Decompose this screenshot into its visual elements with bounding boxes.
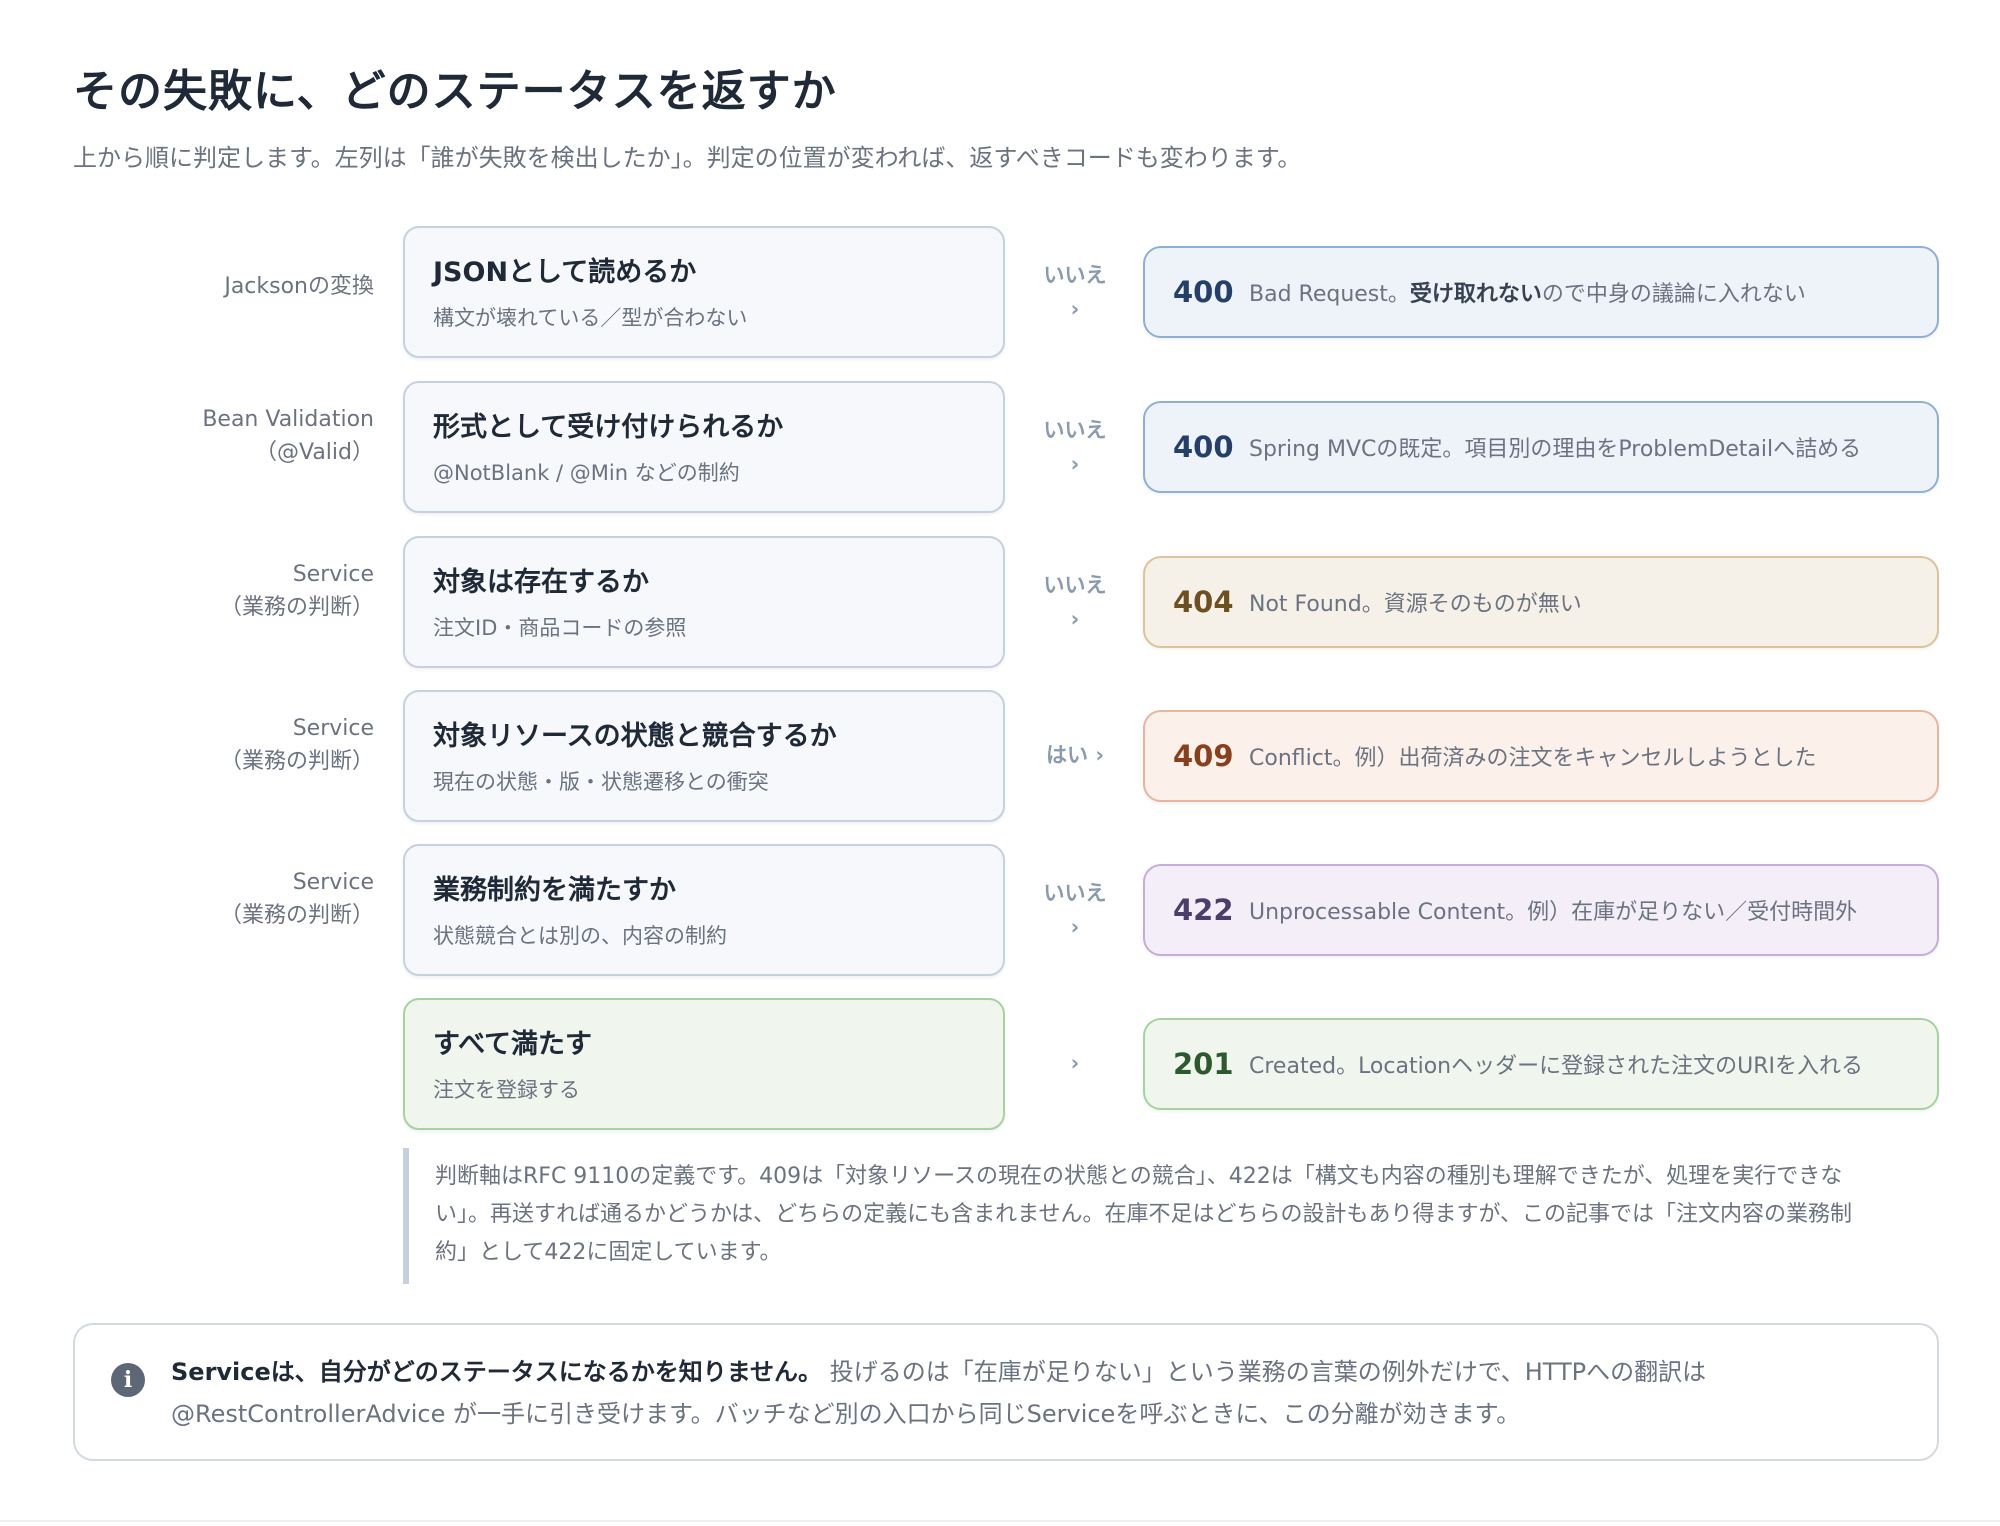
question-subtitle: 構文が壊れている／型が合わない [433, 306, 748, 330]
branch-label: いいえ [1043, 881, 1107, 905]
branch-label: いいえ [1043, 418, 1107, 442]
result-box-400: 400 Bad Request。受け取れないので中身の議論に入れない [1143, 246, 1939, 338]
result-text: Created。Locationヘッダーに登録された注文のURIを入れる [1249, 1054, 1863, 1079]
chevron-right-icon: › [1070, 915, 1080, 939]
branch-label: いいえ [1043, 263, 1107, 287]
detector-line: Service [292, 870, 374, 895]
page-subtitle: 上から順に判定します。左列は「誰が失敗を検出したか」。判定の位置が変われば、返す… [73, 144, 1302, 172]
flow-row-validation: Bean Validation （@Valid） 形式として受け付けられるか @… [0, 381, 2000, 513]
detector-label: Service （業務の判断） [114, 866, 374, 932]
info-text: Serviceは、自分がどのステータスになるかを知りません。 投げるのは「在庫が… [171, 1351, 1897, 1435]
detector-label: Service （業務の判断） [114, 712, 374, 778]
result-text: Not Found。資源そのものが無い [1249, 592, 1582, 617]
detector-line: （@Valid） [254, 440, 374, 465]
question-box: 対象リソースの状態と競合するか 現在の状態・版・状態遷移との衝突 [403, 690, 1005, 822]
question-title: 業務制約を満たすか [433, 875, 676, 906]
status-code: 400 [1173, 275, 1234, 309]
question-box: 形式として受け付けられるか @NotBlank / @Min などの制約 [403, 381, 1005, 513]
info-text-line2: @RestControllerAdvice が一手に引き受けます。バッチなど別の… [171, 1400, 1521, 1428]
flow-row-success: すべて満たす 注文を登録する › 201 Created。Locationヘッダ… [0, 998, 2000, 1130]
branch-label: いいえ [1043, 573, 1107, 597]
result-text: Spring MVCの既定。項目別の理由をProblemDetailへ詰める [1249, 437, 1862, 462]
result-box-400: 400 Spring MVCの既定。項目別の理由をProblemDetailへ詰… [1143, 401, 1939, 493]
branch-arrow: はい › [1010, 738, 1140, 772]
result-text: Bad Request。受け取れないので中身の議論に入れない [1249, 282, 1806, 307]
detector-label: Service （業務の判断） [114, 558, 374, 624]
flow-row-conflict: Service （業務の判断） 対象リソースの状態と競合するか 現在の状態・版・… [0, 690, 2000, 822]
note-line: い」。再送すれば通るかどうかは、どちらの定義にも含まれません。在庫不足はどちらの… [435, 1202, 1853, 1227]
question-box: すべて満たす 注文を登録する [403, 998, 1005, 1130]
status-code: 404 [1173, 585, 1234, 619]
flow-row-business-rule: Service （業務の判断） 業務制約を満たすか 状態競合とは別の、内容の制約… [0, 844, 2000, 976]
detector-line: （業務の判断） [219, 903, 374, 928]
result-emphasis: 受け取れない [1409, 282, 1542, 307]
result-box-409: 409 Conflict。例）出荷済みの注文をキャンセルしようとした [1143, 710, 1939, 802]
question-title: 対象は存在するか [433, 567, 649, 598]
question-subtitle: 注文ID・商品コードの参照 [433, 616, 687, 640]
question-box: JSONとして読めるか 構文が壊れている／型が合わない [403, 226, 1005, 358]
question-subtitle: 注文を登録する [433, 1078, 580, 1102]
branch-arrow: › [1010, 1046, 1140, 1080]
branch-arrow: いいえ › [1010, 568, 1140, 636]
info-bold: Serviceは、自分がどのステータスになるかを知りません。 [171, 1358, 823, 1386]
detector-line: （業務の判断） [219, 749, 374, 774]
question-title: JSONとして読めるか [433, 257, 697, 288]
detector-label: Bean Validation （@Valid） [114, 403, 374, 469]
question-box: 業務制約を満たすか 状態競合とは別の、内容の制約 [403, 844, 1005, 976]
divider [0, 1520, 2000, 1522]
result-box-201: 201 Created。Locationヘッダーに登録された注文のURIを入れる [1143, 1018, 1939, 1110]
status-code: 422 [1173, 893, 1234, 927]
chevron-right-icon: › [1070, 1051, 1080, 1075]
question-title: 形式として受け付けられるか [433, 412, 784, 443]
flow-row-json: Jacksonの変換 JSONとして読めるか 構文が壊れている／型が合わない い… [0, 226, 2000, 358]
rfc-note: 判断軸はRFC 9110の定義です。409は「対象リソースの現在の状態との競合」… [403, 1148, 1939, 1284]
question-subtitle: @NotBlank / @Min などの制約 [433, 461, 740, 485]
page: その失敗に、どのステータスを返すか 上から順に判定します。左列は「誰が失敗を検出… [0, 0, 2000, 1526]
result-text: Unprocessable Content。例）在庫が足りない／受付時間外 [1249, 900, 1858, 925]
info-text-rest: 投げるのは「在庫が足りない」という業務の言葉の例外だけで、HTTPへの翻訳は [822, 1358, 1707, 1386]
info-callout: i Serviceは、自分がどのステータスになるかを知りません。 投げるのは「在… [73, 1323, 1939, 1461]
result-box-422: 422 Unprocessable Content。例）在庫が足りない／受付時間… [1143, 864, 1939, 956]
status-code: 400 [1173, 430, 1234, 464]
info-icon: i [111, 1363, 145, 1397]
detector-line: Jacksonの変換 [224, 274, 374, 299]
detector-line: Bean Validation [202, 407, 374, 432]
branch-arrow: いいえ › [1010, 258, 1140, 326]
detector-line: Service [292, 716, 374, 741]
branch-label: はい › [1046, 743, 1104, 767]
result-box-404: 404 Not Found。資源そのものが無い [1143, 556, 1939, 648]
question-box: 対象は存在するか 注文ID・商品コードの参照 [403, 536, 1005, 668]
branch-arrow: いいえ › [1010, 876, 1140, 944]
question-title: すべて満たす [433, 1029, 593, 1060]
chevron-right-icon: › [1070, 607, 1080, 631]
question-subtitle: 現在の状態・版・状態遷移との衝突 [433, 770, 769, 794]
chevron-right-icon: › [1070, 297, 1080, 321]
chevron-right-icon: › [1070, 452, 1080, 476]
status-code: 409 [1173, 739, 1234, 773]
result-text: Conflict。例）出荷済みの注文をキャンセルしようとした [1249, 746, 1817, 771]
question-title: 対象リソースの状態と競合するか [433, 721, 837, 752]
question-subtitle: 状態競合とは別の、内容の制約 [433, 924, 727, 948]
detector-line: （業務の判断） [219, 595, 374, 620]
branch-arrow: いいえ › [1010, 413, 1140, 481]
note-line: 判断軸はRFC 9110の定義です。409は「対象リソースの現在の状態との競合」… [435, 1164, 1843, 1189]
detector-line: Service [292, 562, 374, 587]
detector-label: Jacksonの変換 [114, 270, 374, 303]
flow-row-exists: Service （業務の判断） 対象は存在するか 注文ID・商品コードの参照 い… [0, 536, 2000, 668]
note-line: 約」として422に固定しています。 [435, 1240, 782, 1265]
status-code: 201 [1173, 1047, 1234, 1081]
page-title: その失敗に、どのステータスを返すか [73, 66, 837, 117]
